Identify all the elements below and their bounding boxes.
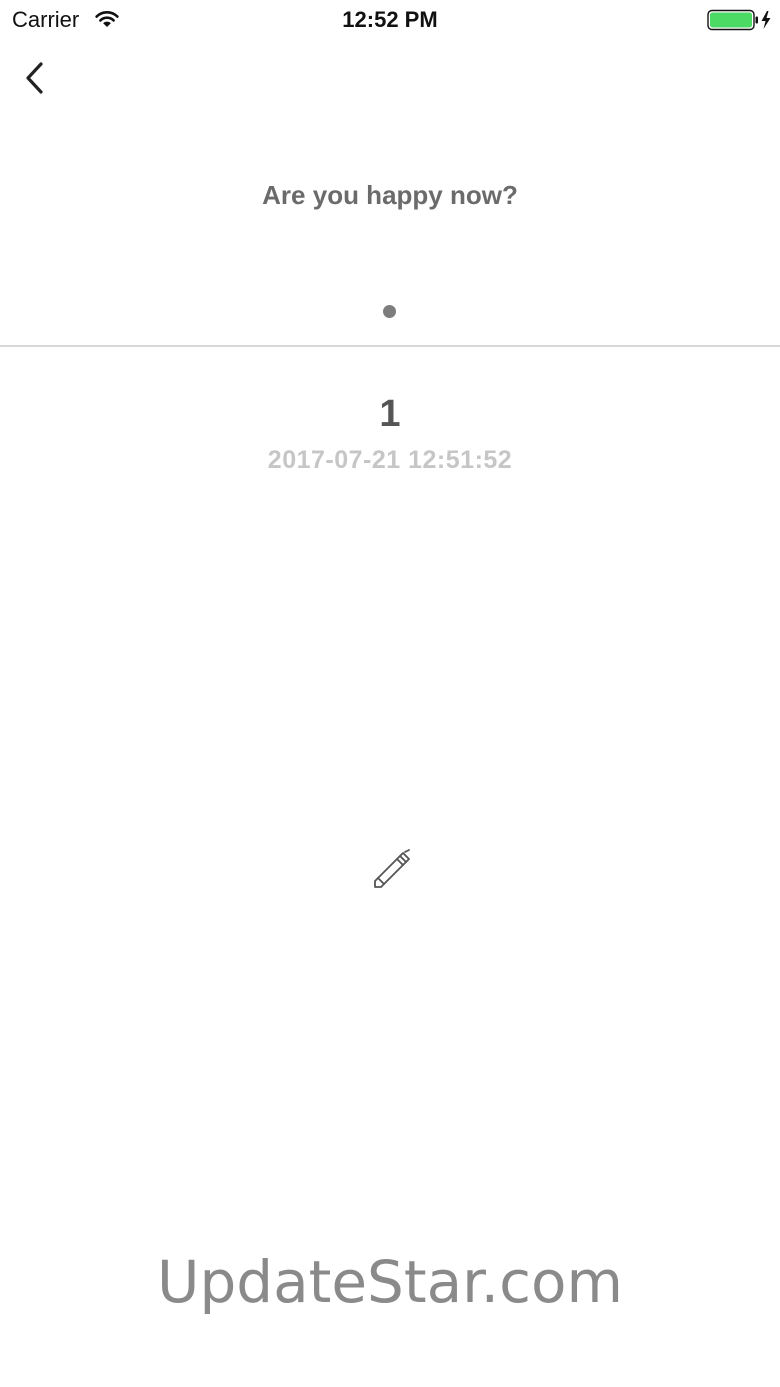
entry-number: 1 bbox=[379, 393, 401, 435]
battery-charging-icon bbox=[707, 9, 771, 31]
pen-icon bbox=[374, 849, 410, 888]
status-time: 12:52 PM bbox=[342, 7, 438, 32]
page-title: Are you happy now? bbox=[262, 180, 518, 210]
divider bbox=[0, 345, 780, 347]
edit-button[interactable] bbox=[362, 842, 416, 896]
back-button[interactable] bbox=[14, 56, 54, 100]
chevron-left-icon bbox=[26, 62, 43, 94]
watermark: UpdateStar.com bbox=[157, 1248, 623, 1316]
status-bar: Carrier 12:52 PM bbox=[0, 0, 780, 40]
page-indicator-dot bbox=[383, 305, 396, 318]
entry-timestamp: 2017-07-21 12:51:52 bbox=[267, 446, 513, 474]
